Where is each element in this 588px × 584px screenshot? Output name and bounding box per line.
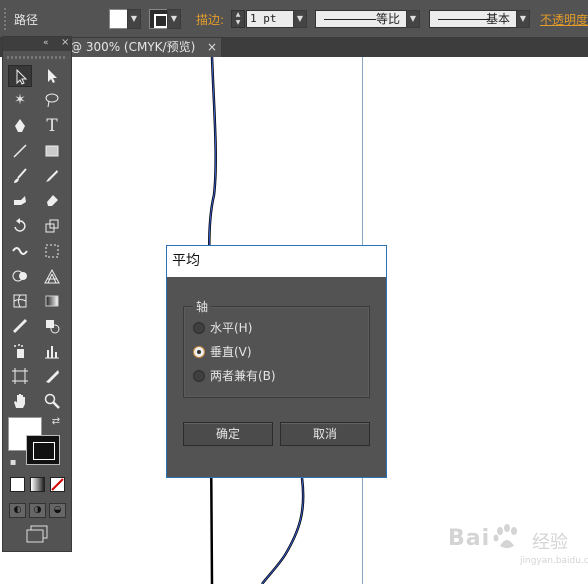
perspective-grid-tool-icon[interactable] — [40, 265, 64, 287]
document-tab-title: @ 300% (CMYK/预览) — [70, 40, 196, 54]
mesh-tool-icon[interactable] — [8, 290, 32, 312]
tools-panel: « × ✶ T ⇄ ▪ ◐ ◑ ◒ — [2, 36, 72, 552]
width-tool-icon[interactable] — [8, 240, 32, 262]
variable-width-profile[interactable]: 等比 — [315, 10, 407, 28]
scale-tool-icon[interactable] — [40, 215, 64, 237]
paintbrush-tool-icon[interactable] — [8, 165, 32, 187]
color-mode-button[interactable] — [10, 477, 25, 492]
lasso-tool-icon[interactable] — [40, 89, 64, 111]
default-fill-stroke-icon[interactable]: ▪ — [6, 456, 20, 470]
screen-mode-icon[interactable] — [25, 525, 49, 543]
radio-horizontal-label: 水平(H) — [210, 321, 253, 335]
radio-horizontal-dot[interactable] — [193, 322, 205, 334]
selection-tool-icon[interactable] — [8, 65, 32, 87]
ok-button[interactable]: 确定 — [183, 422, 273, 446]
blend-tool-icon[interactable] — [40, 315, 64, 337]
average-dialog: 平均 轴 水平(H) 垂直(V) 两者兼有(B) 确定 取消 — [166, 245, 387, 478]
symbol-sprayer-tool-icon[interactable] — [8, 340, 32, 362]
rotate-tool-icon[interactable] — [8, 215, 32, 237]
document-tab[interactable]: @ 300% (CMYK/预览) × — [66, 38, 221, 57]
zoom-tool-icon[interactable] — [40, 390, 64, 412]
slice-tool-icon[interactable] — [40, 365, 64, 387]
watermark-url: jingyan.baidu.com — [520, 556, 588, 566]
shape-builder-tool-icon[interactable] — [8, 265, 32, 287]
cancel-button[interactable]: 取消 — [280, 422, 370, 446]
tools-panel-header: « × — [3, 37, 71, 51]
pencil-tool-icon[interactable] — [40, 165, 64, 187]
none-mode-button[interactable] — [50, 477, 65, 492]
control-bar-grip[interactable] — [4, 8, 6, 30]
gradient-mode-button[interactable] — [30, 477, 45, 492]
column-graph-tool-icon[interactable] — [40, 340, 64, 362]
eraser-tool-icon[interactable] — [40, 189, 64, 211]
rectangle-tool-icon[interactable] — [40, 140, 64, 162]
dialog-title: 平均 — [167, 246, 386, 277]
close-tab-icon[interactable]: × — [207, 38, 217, 57]
eyedropper-tool-icon[interactable] — [8, 315, 32, 337]
profile-dropdown-arrow[interactable]: ▼ — [406, 10, 420, 28]
brush-dropdown-arrow[interactable]: ▼ — [516, 10, 530, 28]
stroke-weight-dropdown[interactable]: ▼ — [293, 10, 307, 28]
stroke-weight-input[interactable]: 1 pt — [246, 10, 294, 28]
draw-inside-icon[interactable]: ◒ — [49, 503, 66, 518]
pen-tool-icon[interactable] — [8, 115, 32, 137]
profile-label: 等比 — [375, 12, 400, 26]
blob-brush-tool-icon[interactable] — [8, 189, 32, 211]
watermark-brand-right: 经验 — [532, 532, 568, 553]
fill-dropdown-arrow[interactable]: ▼ — [127, 9, 141, 29]
fill-swatch[interactable] — [109, 9, 129, 29]
stroke-panel-link[interactable]: 描边: — [196, 11, 224, 28]
stroke-swatch[interactable] — [149, 9, 169, 29]
baidu-watermark: Bai 经验 jingyan.baidu.com — [448, 520, 588, 566]
profile-line-preview — [324, 19, 376, 20]
stroke-color-box[interactable] — [26, 435, 60, 465]
brush-line-preview — [438, 19, 490, 20]
draw-behind-icon[interactable]: ◑ — [29, 503, 46, 518]
brush-definition[interactable]: 基本 — [429, 10, 517, 28]
type-tool-icon[interactable]: T — [40, 115, 64, 137]
radio-both-label: 两者兼有(B) — [210, 369, 276, 383]
watermark-brand-left: Bai — [448, 526, 491, 551]
magic-wand-tool-icon[interactable]: ✶ — [8, 89, 32, 111]
radio-vertical-dot[interactable] — [193, 346, 205, 358]
panel-grip[interactable] — [7, 56, 67, 59]
gradient-tool-icon[interactable] — [40, 290, 64, 312]
stroke-dropdown-arrow[interactable]: ▼ — [167, 9, 181, 29]
stroke-weight-spinner[interactable]: ▲ ▼ — [231, 10, 245, 28]
object-type-label: 路径 — [14, 13, 39, 27]
control-bar: 路径 ▼ ▼ 描边: ▲ ▼ 1 pt ▼ 等比 ▼ 基本 ▼ 不透明度 — [0, 0, 588, 38]
radio-vertical-label: 垂直(V) — [210, 345, 252, 359]
radio-both-dot[interactable] — [193, 370, 205, 382]
brush-label: 基本 — [485, 12, 510, 26]
opacity-link[interactable]: 不透明度 — [540, 11, 588, 28]
free-transform-tool-icon[interactable] — [40, 240, 64, 262]
artboard-tool-icon[interactable] — [8, 365, 32, 387]
hand-tool-icon[interactable] — [8, 390, 32, 412]
line-tool-icon[interactable] — [8, 140, 32, 162]
collapse-panel-icon[interactable]: « — [43, 38, 49, 48]
draw-normal-icon[interactable]: ◐ — [9, 503, 26, 518]
close-panel-icon[interactable]: × — [61, 37, 69, 48]
path-right-selection — [261, 477, 304, 584]
axis-group-label: 轴 — [193, 298, 212, 315]
swap-fill-stroke-icon[interactable]: ⇄ — [49, 415, 63, 429]
paw-logo-icon — [493, 524, 517, 548]
direct-selection-tool-icon[interactable] — [40, 65, 64, 87]
